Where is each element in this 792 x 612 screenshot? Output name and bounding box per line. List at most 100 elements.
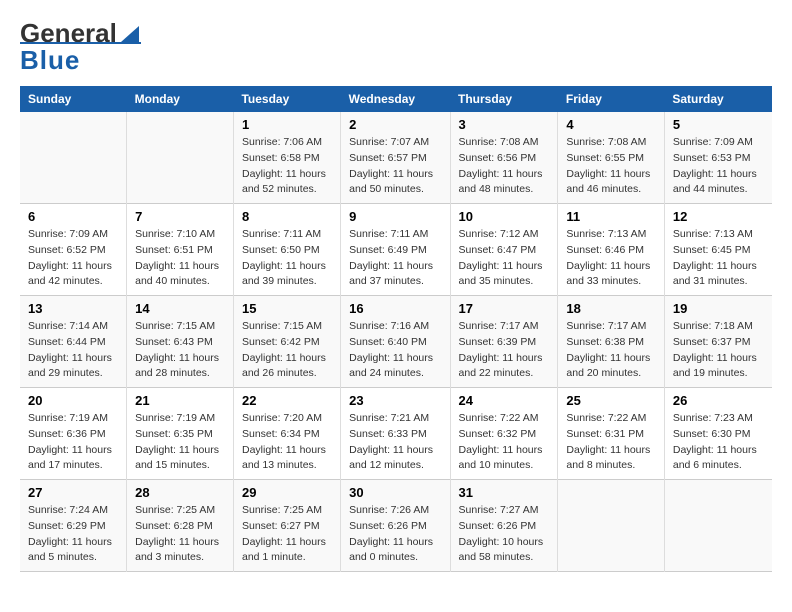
logo: General Blue <box>20 20 141 76</box>
day-number: 3 <box>459 117 550 132</box>
col-header-thursday: Thursday <box>450 86 558 112</box>
day-cell: 12 Sunrise: 7:13 AM Sunset: 6:45 PM Dayli… <box>664 204 772 296</box>
day-number: 21 <box>135 393 225 408</box>
day-number: 12 <box>673 209 764 224</box>
day-info: Sunrise: 7:17 AM Sunset: 6:39 PM Dayligh… <box>459 319 550 382</box>
day-info: Sunrise: 7:11 AM Sunset: 6:49 PM Dayligh… <box>349 227 441 290</box>
col-header-saturday: Saturday <box>664 86 772 112</box>
day-info: Sunrise: 7:16 AM Sunset: 6:40 PM Dayligh… <box>349 319 441 382</box>
day-number: 20 <box>28 393 118 408</box>
day-cell <box>558 480 664 572</box>
day-cell: 25 Sunrise: 7:22 AM Sunset: 6:31 PM Dayli… <box>558 388 664 480</box>
day-cell: 14 Sunrise: 7:15 AM Sunset: 6:43 PM Dayli… <box>127 296 234 388</box>
page-header: General Blue <box>20 20 772 76</box>
day-number: 15 <box>242 301 332 316</box>
day-number: 11 <box>566 209 655 224</box>
day-info: Sunrise: 7:13 AM Sunset: 6:46 PM Dayligh… <box>566 227 655 290</box>
col-header-wednesday: Wednesday <box>341 86 450 112</box>
week-row-3: 13 Sunrise: 7:14 AM Sunset: 6:44 PM Dayli… <box>20 296 772 388</box>
calendar-table: SundayMondayTuesdayWednesdayThursdayFrid… <box>20 86 772 572</box>
logo-icon <box>119 22 141 44</box>
day-cell: 30 Sunrise: 7:26 AM Sunset: 6:26 PM Dayli… <box>341 480 450 572</box>
day-info: Sunrise: 7:15 AM Sunset: 6:42 PM Dayligh… <box>242 319 332 382</box>
day-number: 10 <box>459 209 550 224</box>
day-number: 8 <box>242 209 332 224</box>
day-number: 30 <box>349 485 441 500</box>
calendar-header: SundayMondayTuesdayWednesdayThursdayFrid… <box>20 86 772 112</box>
day-number: 6 <box>28 209 118 224</box>
week-row-5: 27Sunrise: 7:24 AM Sunset: 6:29 PM Dayli… <box>20 480 772 572</box>
day-cell: 17 Sunrise: 7:17 AM Sunset: 6:39 PM Dayli… <box>450 296 558 388</box>
day-info: Sunrise: 7:19 AM Sunset: 6:35 PM Dayligh… <box>135 411 225 474</box>
day-cell: 19 Sunrise: 7:18 AM Sunset: 6:37 PM Dayli… <box>664 296 772 388</box>
day-info: Sunrise: 7:19 AM Sunset: 6:36 PM Dayligh… <box>28 411 118 474</box>
day-cell: 15 Sunrise: 7:15 AM Sunset: 6:42 PM Dayli… <box>233 296 340 388</box>
day-info: Sunrise: 7:25 AM Sunset: 6:28 PM Dayligh… <box>135 503 225 566</box>
day-cell: 28 Sunrise: 7:25 AM Sunset: 6:28 PM Dayli… <box>127 480 234 572</box>
day-info: Sunrise: 7:14 AM Sunset: 6:44 PM Dayligh… <box>28 319 118 382</box>
week-row-4: 20 Sunrise: 7:19 AM Sunset: 6:36 PM Dayli… <box>20 388 772 480</box>
day-cell: 18Sunrise: 7:17 AM Sunset: 6:38 PM Dayli… <box>558 296 664 388</box>
day-info: Sunrise: 7:13 AM Sunset: 6:45 PM Dayligh… <box>673 227 764 290</box>
day-cell: 9 Sunrise: 7:11 AM Sunset: 6:49 PM Daylig… <box>341 204 450 296</box>
day-number: 14 <box>135 301 225 316</box>
day-info: Sunrise: 7:11 AM Sunset: 6:50 PM Dayligh… <box>242 227 332 290</box>
day-number: 16 <box>349 301 441 316</box>
day-number: 5 <box>673 117 764 132</box>
day-info: Sunrise: 7:09 AM Sunset: 6:52 PM Dayligh… <box>28 227 118 290</box>
day-number: 28 <box>135 485 225 500</box>
week-row-1: 1 Sunrise: 7:06 AM Sunset: 6:58 PM Daylig… <box>20 112 772 204</box>
day-cell: 4Sunrise: 7:08 AM Sunset: 6:55 PM Daylig… <box>558 112 664 204</box>
day-number: 31 <box>459 485 550 500</box>
day-number: 13 <box>28 301 118 316</box>
day-cell <box>664 480 772 572</box>
day-info: Sunrise: 7:26 AM Sunset: 6:26 PM Dayligh… <box>349 503 441 566</box>
day-cell: 6 Sunrise: 7:09 AM Sunset: 6:52 PM Daylig… <box>20 204 127 296</box>
day-number: 24 <box>459 393 550 408</box>
day-number: 22 <box>242 393 332 408</box>
day-cell: 24 Sunrise: 7:22 AM Sunset: 6:32 PM Dayli… <box>450 388 558 480</box>
day-info: Sunrise: 7:25 AM Sunset: 6:27 PM Dayligh… <box>242 503 332 566</box>
day-number: 29 <box>242 485 332 500</box>
day-info: Sunrise: 7:22 AM Sunset: 6:32 PM Dayligh… <box>459 411 550 474</box>
day-info: Sunrise: 7:22 AM Sunset: 6:31 PM Dayligh… <box>566 411 655 474</box>
day-number: 4 <box>566 117 655 132</box>
day-cell: 22Sunrise: 7:20 AM Sunset: 6:34 PM Dayli… <box>233 388 340 480</box>
day-info: Sunrise: 7:23 AM Sunset: 6:30 PM Dayligh… <box>673 411 764 474</box>
week-row-2: 6 Sunrise: 7:09 AM Sunset: 6:52 PM Daylig… <box>20 204 772 296</box>
day-cell: 11 Sunrise: 7:13 AM Sunset: 6:46 PM Dayli… <box>558 204 664 296</box>
day-number: 18 <box>566 301 655 316</box>
day-cell: 26 Sunrise: 7:23 AM Sunset: 6:30 PM Dayli… <box>664 388 772 480</box>
day-cell <box>127 112 234 204</box>
day-info: Sunrise: 7:18 AM Sunset: 6:37 PM Dayligh… <box>673 319 764 382</box>
day-number: 25 <box>566 393 655 408</box>
col-header-tuesday: Tuesday <box>233 86 340 112</box>
day-number: 1 <box>242 117 332 132</box>
day-info: Sunrise: 7:06 AM Sunset: 6:58 PM Dayligh… <box>242 135 332 198</box>
col-header-friday: Friday <box>558 86 664 112</box>
day-info: Sunrise: 7:27 AM Sunset: 6:26 PM Dayligh… <box>459 503 550 566</box>
day-info: Sunrise: 7:24 AM Sunset: 6:29 PM Dayligh… <box>28 503 118 566</box>
day-info: Sunrise: 7:12 AM Sunset: 6:47 PM Dayligh… <box>459 227 550 290</box>
day-cell: 3 Sunrise: 7:08 AM Sunset: 6:56 PM Daylig… <box>450 112 558 204</box>
day-info: Sunrise: 7:15 AM Sunset: 6:43 PM Dayligh… <box>135 319 225 382</box>
day-info: Sunrise: 7:07 AM Sunset: 6:57 PM Dayligh… <box>349 135 441 198</box>
day-cell: 21 Sunrise: 7:19 AM Sunset: 6:35 PM Dayli… <box>127 388 234 480</box>
day-info: Sunrise: 7:08 AM Sunset: 6:56 PM Dayligh… <box>459 135 550 198</box>
day-number: 26 <box>673 393 764 408</box>
day-cell: 7Sunrise: 7:10 AM Sunset: 6:51 PM Daylig… <box>127 204 234 296</box>
day-cell: 16 Sunrise: 7:16 AM Sunset: 6:40 PM Dayli… <box>341 296 450 388</box>
day-cell: 8 Sunrise: 7:11 AM Sunset: 6:50 PM Daylig… <box>233 204 340 296</box>
day-cell <box>20 112 127 204</box>
day-number: 19 <box>673 301 764 316</box>
day-info: Sunrise: 7:09 AM Sunset: 6:53 PM Dayligh… <box>673 135 764 198</box>
day-cell: 5 Sunrise: 7:09 AM Sunset: 6:53 PM Daylig… <box>664 112 772 204</box>
day-number: 17 <box>459 301 550 316</box>
day-cell: 27Sunrise: 7:24 AM Sunset: 6:29 PM Dayli… <box>20 480 127 572</box>
day-cell: 2 Sunrise: 7:07 AM Sunset: 6:57 PM Daylig… <box>341 112 450 204</box>
day-cell: 1 Sunrise: 7:06 AM Sunset: 6:58 PM Daylig… <box>233 112 340 204</box>
day-number: 2 <box>349 117 441 132</box>
day-number: 9 <box>349 209 441 224</box>
day-cell: 31 Sunrise: 7:27 AM Sunset: 6:26 PM Dayli… <box>450 480 558 572</box>
day-info: Sunrise: 7:10 AM Sunset: 6:51 PM Dayligh… <box>135 227 225 290</box>
